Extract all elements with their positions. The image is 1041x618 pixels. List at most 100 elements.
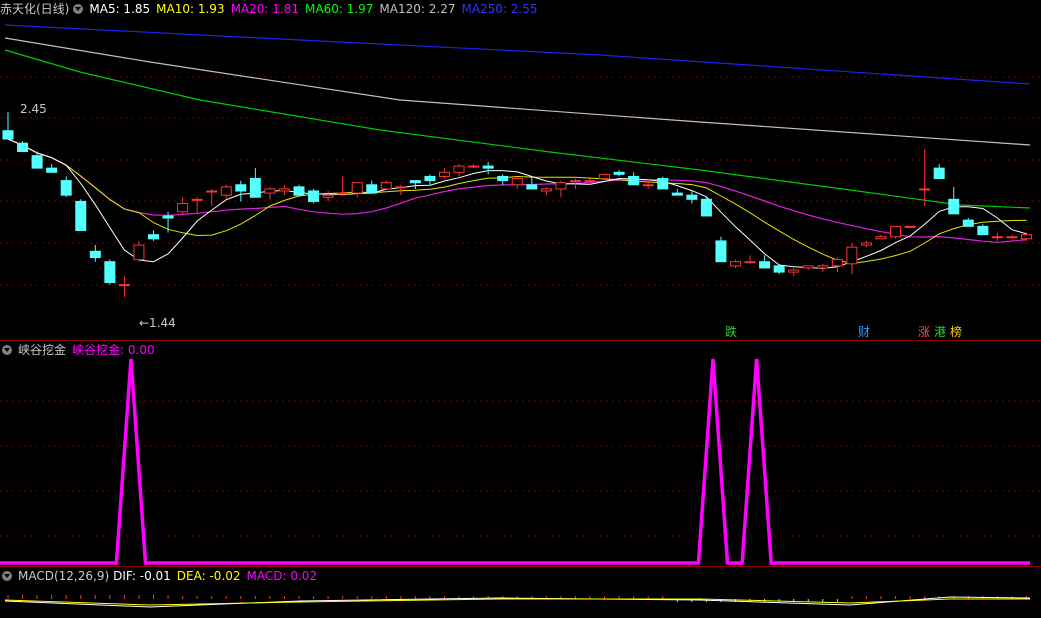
candle-body (817, 265, 829, 269)
macd-panel: MACD(12,26,9) DIF: -0.01 DEA: -0.02 MACD: 0… (0, 567, 1041, 618)
ma-label: MA120: 2.27 (379, 2, 456, 16)
candle-body (497, 175, 509, 182)
candle-body (2, 130, 14, 140)
candle-body (395, 186, 407, 189)
indicator-name: 峡谷挖金 (18, 343, 67, 357)
macd-header: MACD(12,26,9) DIF: -0.01 DEA: -0.02 MACD: 0… (0, 567, 1041, 585)
event-badge[interactable]: 榜 (950, 323, 962, 340)
ma-label: MA10: 1.93 (156, 2, 225, 16)
candle-body (657, 178, 669, 190)
candle-body (686, 194, 698, 200)
candle-body (46, 167, 58, 173)
candle-body (846, 246, 858, 265)
candle-body (482, 165, 494, 169)
event-badge[interactable]: 财 (858, 323, 870, 340)
macd-dif: DIF: -0.01 (113, 569, 171, 583)
candle-body (773, 265, 785, 273)
candle-body (584, 180, 596, 183)
dropdown-icon[interactable] (2, 571, 12, 581)
candle-body (991, 236, 1003, 239)
candle-body (540, 188, 552, 192)
candle-body (759, 261, 771, 269)
candle-body (555, 182, 567, 190)
dropdown-icon[interactable] (2, 345, 12, 355)
candle-body (133, 244, 145, 261)
candle-body (904, 225, 916, 228)
candle-body (249, 178, 261, 198)
stock-name: 赤天化(日线) (0, 2, 70, 16)
candle-body (948, 198, 960, 215)
indicator-line (0, 358, 1030, 565)
candle-body (511, 178, 523, 186)
ma5-line (7, 138, 1027, 269)
candle-body (1006, 236, 1018, 239)
candle-body (730, 261, 741, 267)
candle-body (744, 261, 756, 264)
ma120-line (4, 37, 1031, 146)
candle-body (322, 194, 334, 198)
macd-dea: DEA: -0.02 (176, 569, 241, 583)
candle-body (890, 225, 902, 238)
candle-body (118, 284, 130, 287)
candle-body (177, 202, 189, 213)
candle-body (191, 198, 203, 201)
candle-body (642, 184, 654, 187)
ma-label: MA250: 2.55 (461, 2, 538, 16)
event-badge[interactable]: 涨 (918, 323, 930, 340)
ma-label: MA60: 1.97 (305, 2, 374, 16)
candle-body (1021, 234, 1032, 240)
price-panel: 赤天化(日线) MA5: 1.85 MA10: 1.93 MA20: 1.81 MA60… (0, 0, 1041, 340)
candle-body (220, 186, 232, 196)
macd-name: MACD(12,26,9) (18, 569, 110, 583)
stock-chart-window: 赤天化(日线) MA5: 1.85 MA10: 1.93 MA20: 1.81 MA60… (0, 0, 1041, 618)
candle-body (366, 184, 378, 194)
candle-body (351, 182, 363, 194)
candle-body (875, 236, 887, 240)
candle-body (569, 180, 581, 183)
candle-body (89, 250, 101, 259)
candle-body (613, 171, 625, 175)
candle-body (831, 259, 843, 267)
candle-body (977, 225, 989, 236)
candle-body (162, 215, 174, 219)
ma-labels: MA5: 1.85 MA10: 1.93 MA20: 1.81 MA60: 1.97 M… (89, 2, 543, 16)
indicator-chart (0, 358, 1041, 565)
event-badge[interactable]: 港 (934, 323, 946, 340)
candle-body (75, 200, 87, 232)
high-price-marker: 2.45 (20, 102, 47, 116)
candle-body (802, 265, 814, 269)
candle-body (671, 192, 683, 196)
candle-body (337, 192, 349, 195)
candle-body (409, 180, 421, 184)
price-chart (0, 24, 1041, 298)
price-header: 赤天化(日线) MA5: 1.85 MA10: 1.93 MA20: 1.81 MA60… (0, 0, 1041, 18)
candle-body (860, 242, 872, 246)
candle-body (308, 190, 320, 202)
candle-body (31, 155, 43, 169)
ma250-line (4, 24, 1031, 85)
ma20-line (7, 138, 1027, 243)
candle-body (104, 261, 116, 283)
candle-body (599, 173, 611, 180)
candle-body (715, 240, 727, 263)
candle-body (17, 142, 29, 153)
candle-body (206, 190, 218, 193)
event-badge[interactable]: 跌 (725, 323, 737, 340)
candle-body (235, 184, 247, 192)
low-price-marker: ←1.44 (139, 316, 176, 330)
indicator-header: 峡谷挖金 峡谷挖金: 0.00 (0, 341, 1041, 359)
candle-body (148, 234, 159, 240)
candle-body (264, 188, 276, 194)
candle-body (468, 165, 480, 168)
candle-body (628, 175, 640, 186)
candle-body (293, 186, 305, 196)
candle-body (933, 167, 945, 180)
ma-label: MA20: 1.81 (230, 2, 299, 16)
dropdown-icon[interactable] (73, 4, 84, 14)
candle-body (60, 180, 72, 196)
dea-line (4, 598, 1030, 606)
candle-body (700, 198, 712, 217)
candle-body (453, 165, 465, 173)
indicator-panel: 峡谷挖金 峡谷挖金: 0.00 (0, 341, 1041, 566)
indicator-value: 峡谷挖金: 0.00 (72, 343, 155, 357)
